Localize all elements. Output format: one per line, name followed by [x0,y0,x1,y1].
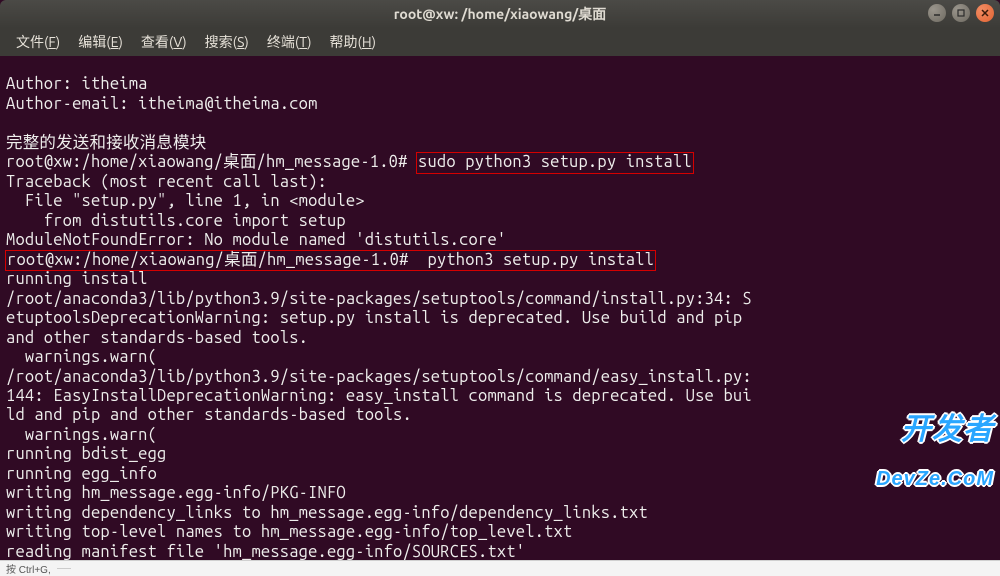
watermark-main: 开发者 [901,413,994,446]
terminal-line: 144: EasyInstallDeprecationWarning: easy… [6,387,752,405]
terminal-line: writing top-level names to hm_message.eg… [6,523,572,541]
terminal-line: writing dependency_links to hm_message.e… [6,504,648,522]
menu-view[interactable]: 查看(V) [133,30,195,54]
terminal-line: Author-email: itheima@itheima.com [6,95,318,113]
terminal-line: warnings.warn( [6,426,157,444]
maximize-button[interactable] [952,4,970,22]
minimize-button[interactable] [928,4,946,22]
window-title: root@xw: /home/xiaowang/桌面 [0,4,1000,24]
terminal-line: running install [6,270,148,288]
highlight-command-1: sudo python3 setup.py install [416,152,694,173]
terminal-line: writing hm_message.egg-info/PKG-INFO [6,484,346,502]
watermark-sub: DevZe.CoM [845,470,994,488]
terminal-line: running egg_info [6,465,157,483]
menu-search[interactable]: 搜索(S) [197,30,257,54]
menu-edit[interactable]: 编辑(E) [70,30,131,54]
terminal-output[interactable]: Author: itheima Author-email: itheima@it… [0,56,1000,560]
terminal-line: Author: itheima [6,75,148,93]
menubar: 文件(F) 编辑(E) 查看(V) 搜索(S) 终端(T) 帮助(H) [0,28,1000,56]
terminal-line: root@xw:/home/xiaowang/桌面/hm_message-1.0… [6,251,655,269]
close-button[interactable] [976,4,994,22]
watermark: 开发者 DevZe.CoM [845,389,994,542]
terminal-window: root@xw: /home/xiaowang/桌面 文件(F) 编辑(E) 查… [0,0,1000,560]
terminal-line: /root/anaconda3/lib/python3.9/site-packa… [6,368,752,386]
menu-help[interactable]: 帮助(H) [321,30,384,54]
titlebar[interactable]: root@xw: /home/xiaowang/桌面 [0,0,1000,28]
terminal-line: from distutils.core import setup [6,212,346,230]
terminal-line: warnings.warn( [6,348,157,366]
highlight-command-2: root@xw:/home/xiaowang/桌面/hm_message-1.0… [5,250,656,271]
terminal-line: 完整的发送和接收消息模块 [6,134,206,152]
status-tab[interactable] [57,568,71,569]
window-controls [928,4,994,22]
terminal-line: Traceback (most recent call last): [6,173,327,191]
menu-file[interactable]: 文件(F) [8,30,68,54]
terminal-line: and other standards-based tools. [6,329,308,347]
status-hint: 按 Ctrl+G, [6,561,51,576]
terminal-line: /root/anaconda3/lib/python3.9/site-packa… [6,290,752,308]
terminal-line: reading manifest file 'hm_message.egg-in… [6,543,525,560]
statusbar: 按 Ctrl+G, [0,560,1000,576]
terminal-line: root@xw:/home/xiaowang/桌面/hm_message-1.0… [6,153,693,171]
terminal-line: ModuleNotFoundError: No module named 'di… [6,231,506,249]
terminal-line: File "setup.py", line 1, in <module> [6,192,365,210]
terminal-line: etuptoolsDeprecationWarning: setup.py in… [6,309,752,327]
terminal-line: ld and pip and other standards-based too… [6,406,412,424]
menu-terminal[interactable]: 终端(T) [259,30,320,54]
terminal-line: running bdist_egg [6,445,166,463]
